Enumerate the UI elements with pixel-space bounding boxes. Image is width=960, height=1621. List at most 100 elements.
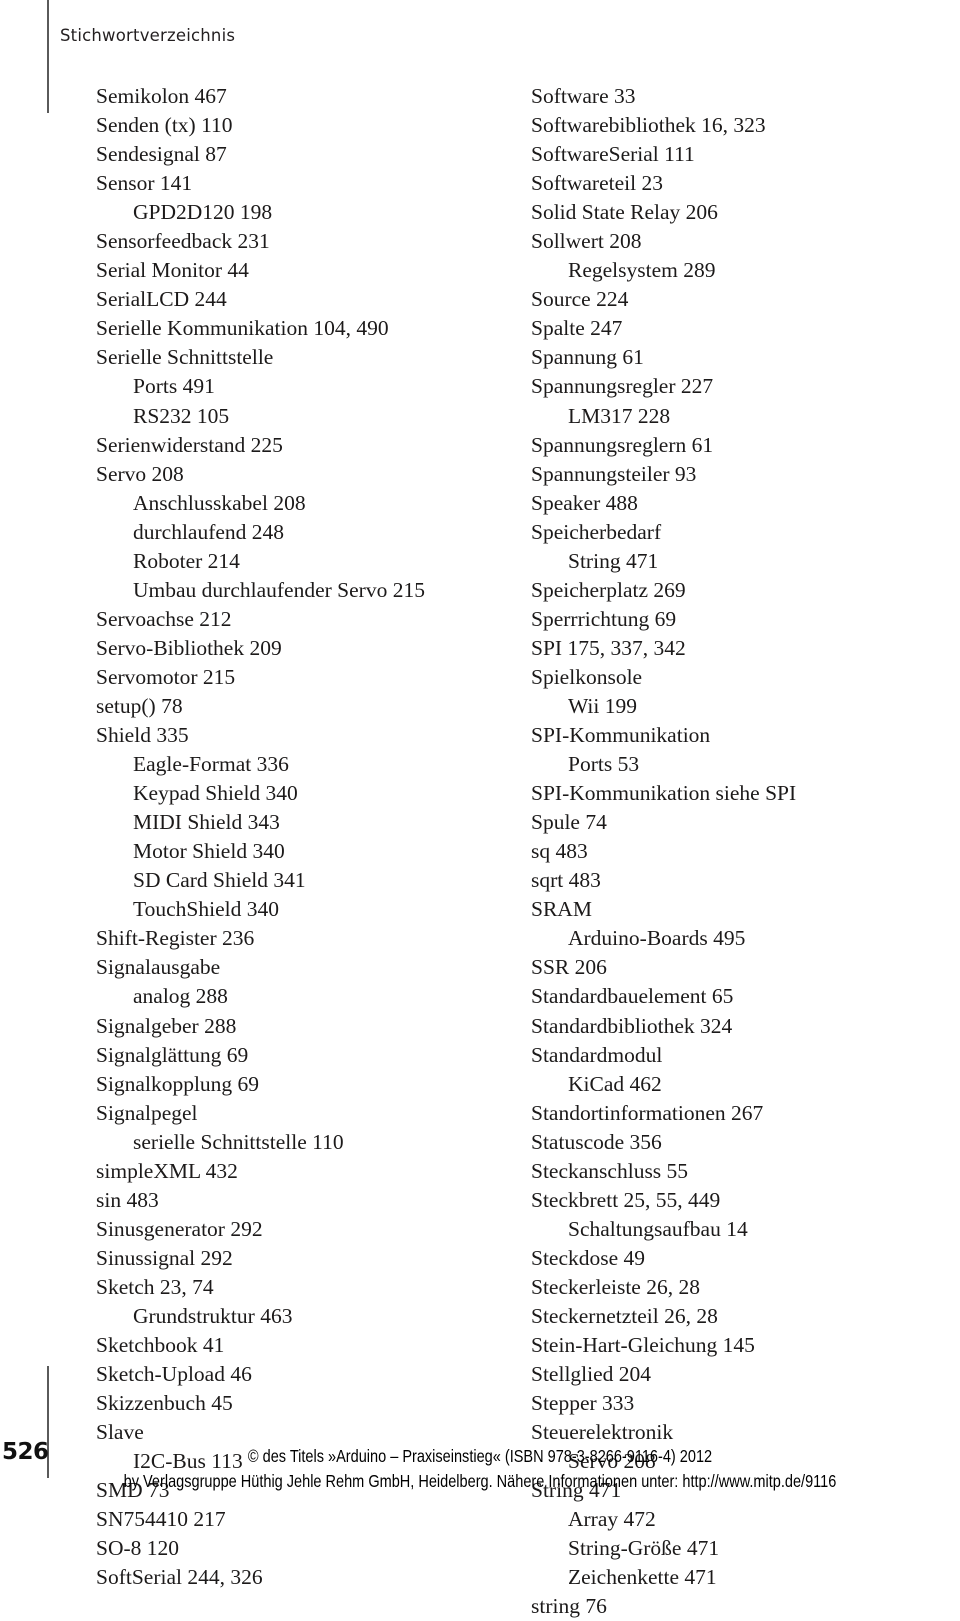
index-entry: Spalte 247 — [531, 316, 623, 341]
index-column-left: Semikolon 467 Senden (tx) 110 Sendesignal … — [96, 82, 496, 1592]
index-entry: string 76 — [531, 1594, 607, 1619]
index-entry: Servo 208 — [96, 461, 184, 486]
index-subentry: TouchShield 340 — [133, 897, 279, 922]
index-subentry: Array 472 — [568, 1507, 656, 1532]
index-subentry: Zeichenkette 471 — [568, 1565, 717, 1590]
index-subentry: Roboter 214 — [133, 548, 240, 573]
index-entry: Servomotor 215 — [96, 664, 236, 689]
index-entry: setup() 78 — [96, 693, 183, 718]
index-entry: SN754410 217 — [96, 1507, 226, 1532]
index-entry: Spannungsteiler 93 — [531, 461, 697, 486]
index-entry: Speaker 488 — [531, 490, 638, 515]
index-entry: Sinussignal 292 — [96, 1245, 233, 1270]
index-entry: Spannungsregler 227 — [531, 374, 714, 399]
copyright-footer: © des Titels »Arduino – Praxiseinstieg« … — [0, 1444, 960, 1494]
index-entry: Spannung 61 — [531, 345, 644, 370]
index-entry: Standortinformationen 267 — [531, 1100, 764, 1125]
index-subentry: serielle Schnittstelle 110 — [133, 1129, 344, 1154]
index-subentry: Anschlusskabel 208 — [133, 490, 306, 515]
index-entry: Speicherbedarf — [531, 519, 662, 544]
index-entry: Skizzenbuch 45 — [96, 1391, 233, 1416]
index-entry: SPI 175, 337, 342 — [531, 635, 686, 660]
index-subentry: Motor Shield 340 — [133, 839, 285, 864]
index-entry: Spielkonsole — [531, 664, 643, 689]
index-subentry: Regelsystem 289 — [568, 258, 716, 283]
index-entry: Serial Monitor 44 — [96, 258, 249, 283]
index-entry: Standardbibliothek 324 — [531, 1013, 733, 1038]
index-entry: Spule 74 — [531, 810, 607, 835]
index-entry: Signalausgabe — [96, 955, 221, 980]
index-subentry: LM317 228 — [568, 403, 671, 428]
index-entry: Senden (tx) 110 — [96, 113, 233, 138]
index-entry: Softwarebibliothek 16, 323 — [531, 113, 766, 138]
index-entry: Sperrrichtung 69 — [531, 606, 677, 631]
index-column-right: Software 33 Softwarebibliothek 16, 323 Sof… — [531, 82, 931, 1621]
index-entry: simpleXML 432 — [96, 1158, 238, 1183]
index-entry: SoftSerial 244, 326 — [96, 1565, 263, 1590]
copyright-line-1: © des Titels »Arduino – Praxiseinstieg« … — [247, 1446, 713, 1466]
index-entry: Servo-Bibliothek 209 — [96, 635, 282, 660]
index-entry: SPI-Kommunikation — [531, 723, 711, 748]
index-entry: SPI-Kommunikation siehe SPI — [531, 781, 797, 806]
index-entry: Stein-Hart-Gleichung 145 — [531, 1333, 755, 1358]
index-subentry: Arduino-Boards 495 — [568, 926, 746, 951]
margin-rule-top — [47, 0, 49, 113]
index-subentry: KiCad 462 — [568, 1071, 662, 1096]
index-entry: Sollwert 208 — [531, 229, 642, 254]
index-entry: Standardmodul — [531, 1042, 663, 1067]
index-entry: Speicherplatz 269 — [531, 577, 686, 602]
index-entry: Source 224 — [531, 287, 629, 312]
index-entry: Serielle Kommunikation 104, 490 — [96, 316, 389, 341]
index-entry: SRAM — [531, 897, 592, 922]
index-entry: Stellglied 204 — [531, 1362, 652, 1387]
index-entry: Shift-Register 236 — [96, 926, 255, 951]
running-head: Stichwortverzeichnis — [60, 26, 236, 45]
index-entry: Signalkopplung 69 — [96, 1071, 260, 1096]
index-entry: Sendesignal 87 — [96, 142, 227, 167]
index-entry: SSR 206 — [531, 955, 607, 980]
index-entry: Sinusgenerator 292 — [96, 1216, 263, 1241]
index-entry: Steckernetzteil 26, 28 — [531, 1303, 718, 1328]
index-entry: Signalglättung 69 — [96, 1042, 249, 1067]
index-entry: Shield 335 — [96, 723, 189, 748]
index-subentry: SD Card Shield 341 — [133, 868, 306, 893]
index-entry: SO-8 120 — [96, 1536, 180, 1561]
index-entry: Steckbrett 25, 55, 449 — [531, 1187, 721, 1212]
index-entry: Sensor 141 — [96, 171, 193, 196]
index-entry: Spannungsreglern 61 — [531, 432, 714, 457]
index-subentry: String-Größe 471 — [568, 1536, 720, 1561]
index-entry: Semikolon 467 — [96, 84, 227, 108]
index-subentry: MIDI Shield 343 — [133, 810, 280, 835]
index-subentry: Wii 199 — [568, 693, 638, 718]
index-entry: Signalpegel — [96, 1100, 198, 1125]
index-entry: Solid State Relay 206 — [531, 200, 718, 225]
index-entry: sqrt 483 — [531, 868, 601, 893]
index-entry: Sketchbook 41 — [96, 1333, 225, 1358]
index-entry: sin 483 — [96, 1187, 159, 1212]
index-entry: Sketch 23, 74 — [96, 1274, 214, 1299]
index-subentry: Schaltungsaufbau 14 — [568, 1216, 748, 1241]
index-subentry: Umbau durchlaufender Servo 215 — [133, 577, 425, 602]
index-entry: Sketch-Upload 46 — [96, 1362, 252, 1387]
index-subentry: Ports 53 — [568, 752, 640, 777]
index-entry: Stepper 333 — [531, 1391, 635, 1416]
index-entry: Steckdose 49 — [531, 1245, 646, 1270]
index-subentry: RS232 105 — [133, 403, 230, 428]
index-entry: Serienwiderstand 225 — [96, 432, 283, 457]
index-subentry: String 471 — [568, 548, 659, 573]
index-subentry: Eagle-Format 336 — [133, 752, 289, 777]
index-subentry: Grundstruktur 463 — [133, 1303, 293, 1328]
index-entry: Steckerleiste 26, 28 — [531, 1274, 700, 1299]
index-entry: Steuerelektronik — [531, 1420, 674, 1445]
index-entry: Statuscode 356 — [531, 1129, 662, 1154]
index-entry: Signalgeber 288 — [96, 1013, 237, 1038]
index-entry: sq 483 — [531, 839, 588, 864]
index-entry: Sensorfeedback 231 — [96, 229, 270, 254]
index-entry: Steckanschluss 55 — [531, 1158, 689, 1183]
index-entry: SerialLCD 244 — [96, 287, 227, 312]
copyright-line-2: by Verlagsgruppe Hüthig Jehle Rehm GmbH,… — [123, 1471, 837, 1491]
index-entry: Softwareteil 23 — [531, 171, 663, 196]
index-subentry: Keypad Shield 340 — [133, 781, 298, 806]
index-subentry: GPD2D120 198 — [133, 200, 273, 225]
index-entry: Servoachse 212 — [96, 606, 232, 631]
